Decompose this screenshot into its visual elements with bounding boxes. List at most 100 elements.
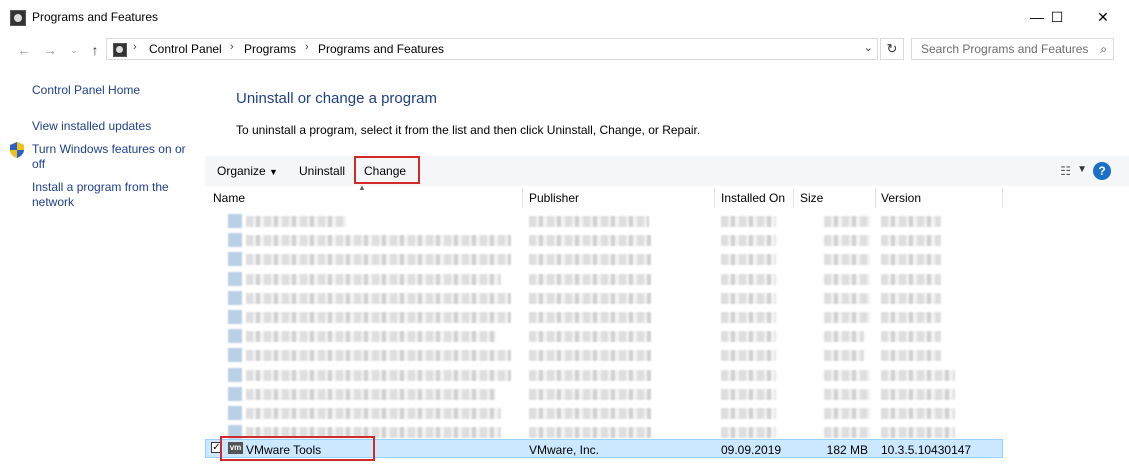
sidebar-item-install-from-network[interactable]: Install a program from the network bbox=[32, 180, 192, 210]
obscured-cell bbox=[529, 427, 651, 439]
obscured-program-icon bbox=[228, 406, 242, 420]
obscured-program-icon bbox=[228, 367, 242, 382]
forward-arrow-icon[interactable]: → bbox=[40, 40, 60, 60]
obscured-cell bbox=[529, 388, 651, 400]
column-header-name[interactable]: Name bbox=[205, 188, 523, 208]
close-button[interactable]: ✕ bbox=[1080, 0, 1126, 34]
obscured-program-icon bbox=[228, 233, 242, 248]
obscured-cell bbox=[246, 254, 511, 266]
obscured-program-icon bbox=[228, 386, 242, 401]
obscured-cell bbox=[824, 312, 870, 323]
obscured-cell bbox=[529, 350, 651, 362]
obscured-program-icon bbox=[228, 310, 242, 324]
obscured-program-icon bbox=[228, 252, 242, 267]
obscured-cell bbox=[881, 388, 955, 400]
sidebar-item-control-panel-home[interactable]: Control Panel Home bbox=[32, 83, 140, 98]
obscured-cell bbox=[246, 388, 496, 400]
obscured-cell bbox=[824, 369, 870, 381]
obscured-cell bbox=[881, 427, 955, 439]
obscured-cell bbox=[824, 331, 864, 343]
sidebar-item-turn-windows-features[interactable]: Turn Windows features on or off bbox=[32, 142, 197, 172]
obscured-cell bbox=[529, 273, 651, 285]
obscured-program-icon bbox=[228, 348, 242, 363]
highlight-box-vmware-tools bbox=[220, 436, 375, 461]
obscured-cell bbox=[246, 216, 346, 227]
obscured-cell bbox=[529, 369, 651, 381]
up-arrow-icon[interactable]: ↑ bbox=[85, 40, 105, 60]
obscured-cell bbox=[529, 408, 651, 419]
obscured-cell bbox=[721, 254, 776, 266]
page-title: Uninstall or change a program bbox=[236, 90, 437, 107]
highlight-box-change bbox=[354, 156, 420, 184]
obscured-cell bbox=[246, 235, 511, 247]
obscured-cell bbox=[246, 331, 496, 343]
obscured-cell bbox=[881, 273, 941, 285]
breadcrumb-programs-and-features[interactable]: Programs and Features bbox=[318, 42, 444, 56]
obscured-cell bbox=[881, 350, 941, 362]
search-input[interactable]: Search Programs and Features ⌕ bbox=[911, 38, 1114, 60]
obscured-cell bbox=[721, 427, 776, 439]
column-header-version[interactable]: Version bbox=[873, 188, 1003, 208]
obscured-cell bbox=[824, 408, 870, 419]
organize-button[interactable]: Organize ▼ bbox=[217, 164, 278, 178]
obscured-cell bbox=[246, 312, 511, 323]
obscured-cell bbox=[824, 292, 870, 304]
cell-installed-on: 09.09.2019 bbox=[721, 443, 782, 457]
obscured-cell bbox=[529, 235, 651, 247]
column-header-installed-on[interactable]: Installed On bbox=[713, 188, 794, 208]
back-arrow-icon[interactable]: ← bbox=[14, 40, 34, 60]
obscured-cell bbox=[529, 216, 649, 227]
recent-dropdown-icon[interactable]: ⌄ bbox=[64, 40, 84, 60]
maximize-button[interactable]: ☐ bbox=[1034, 0, 1080, 34]
breadcrumb-programs[interactable]: Programs bbox=[244, 42, 296, 56]
breadcrumb-control-panel[interactable]: Control Panel bbox=[149, 42, 222, 56]
obscured-program-icon bbox=[228, 271, 242, 286]
obscured-cell bbox=[529, 312, 651, 323]
programs-icon bbox=[10, 10, 26, 26]
search-icon[interactable]: ⌕ bbox=[1100, 42, 1107, 57]
help-button[interactable]: ? bbox=[1093, 162, 1111, 180]
search-placeholder: Search Programs and Features bbox=[921, 42, 1089, 56]
command-toolbar: Organize ▼ Uninstall Change ☷ ▼ ? bbox=[205, 156, 1129, 186]
breadcrumb-separator: › bbox=[305, 41, 309, 53]
obscured-cell bbox=[246, 408, 501, 419]
column-header-publisher[interactable]: Publisher bbox=[521, 188, 715, 208]
address-bar[interactable]: › Control Panel › Programs › Programs an… bbox=[106, 38, 878, 60]
obscured-cell bbox=[529, 331, 651, 343]
column-header-size[interactable]: Size bbox=[792, 188, 876, 208]
obscured-program-icon bbox=[228, 214, 242, 228]
obscured-cell bbox=[721, 408, 776, 419]
obscured-cell bbox=[824, 273, 870, 285]
obscured-cell bbox=[246, 350, 511, 362]
obscured-cell bbox=[881, 408, 955, 419]
obscured-cell bbox=[881, 254, 941, 266]
breadcrumb-separator: › bbox=[230, 41, 234, 53]
obscured-program-icon bbox=[228, 329, 242, 344]
view-options-icon[interactable]: ☷ bbox=[1060, 164, 1071, 178]
refresh-icon[interactable]: ↻ bbox=[880, 38, 904, 60]
obscured-cell bbox=[721, 388, 776, 400]
page-description: To uninstall a program, select it from t… bbox=[236, 123, 701, 137]
obscured-cell bbox=[824, 427, 870, 439]
obscured-cell bbox=[824, 254, 870, 266]
obscured-cell bbox=[246, 292, 511, 304]
obscured-cell bbox=[881, 312, 941, 323]
uninstall-button[interactable]: Uninstall bbox=[299, 164, 345, 178]
obscured-cell bbox=[721, 273, 776, 285]
obscured-cell bbox=[721, 331, 776, 343]
organize-label: Organize bbox=[217, 164, 266, 178]
obscured-cell bbox=[529, 292, 651, 304]
obscured-cell bbox=[721, 292, 776, 304]
obscured-cell bbox=[721, 350, 776, 362]
obscured-cell bbox=[881, 216, 941, 227]
chevron-down-icon[interactable]: ⌄ bbox=[864, 41, 873, 54]
view-dropdown-icon[interactable]: ▼ bbox=[1077, 164, 1087, 175]
obscured-program-icon bbox=[228, 290, 242, 305]
cell-size: 182 MB bbox=[826, 443, 868, 457]
breadcrumb-separator: › bbox=[133, 41, 137, 53]
sidebar-item-view-installed-updates[interactable]: View installed updates bbox=[32, 119, 151, 134]
shield-icon bbox=[10, 142, 24, 158]
control-panel-icon bbox=[113, 43, 127, 57]
obscured-cell bbox=[721, 235, 776, 247]
cell-version: 10.3.5.10430147 bbox=[881, 443, 972, 457]
